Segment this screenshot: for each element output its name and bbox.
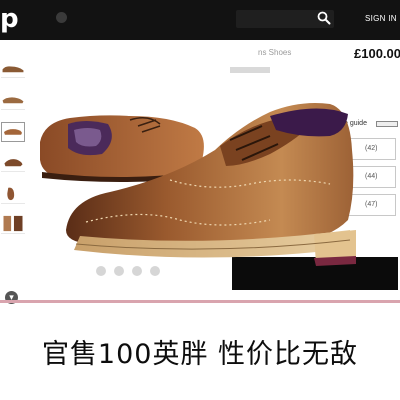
product-price: £100.00 <box>354 46 400 61</box>
section-divider <box>0 300 400 303</box>
thumbnail[interactable] <box>1 122 25 142</box>
product-title: ns Shoes <box>258 48 292 57</box>
sign-in-link[interactable]: SIGN IN <box>365 14 397 23</box>
site-header: p SIGN IN <box>0 0 400 40</box>
thumbnail[interactable] <box>1 58 25 78</box>
menu-icon[interactable] <box>56 12 67 23</box>
promo-caption: 官售100英胖 性价比无敌 <box>41 339 359 370</box>
product-shoe-image <box>40 103 356 266</box>
colour-label <box>230 67 270 73</box>
thumbnail[interactable] <box>1 214 25 234</box>
thumbnail[interactable] <box>1 90 25 110</box>
site-logo[interactable]: p <box>0 4 19 34</box>
size-guide-icon[interactable] <box>376 121 398 127</box>
search-icon[interactable] <box>317 11 331 25</box>
thumbnail[interactable] <box>1 152 25 172</box>
thumbnail[interactable] <box>1 184 25 204</box>
